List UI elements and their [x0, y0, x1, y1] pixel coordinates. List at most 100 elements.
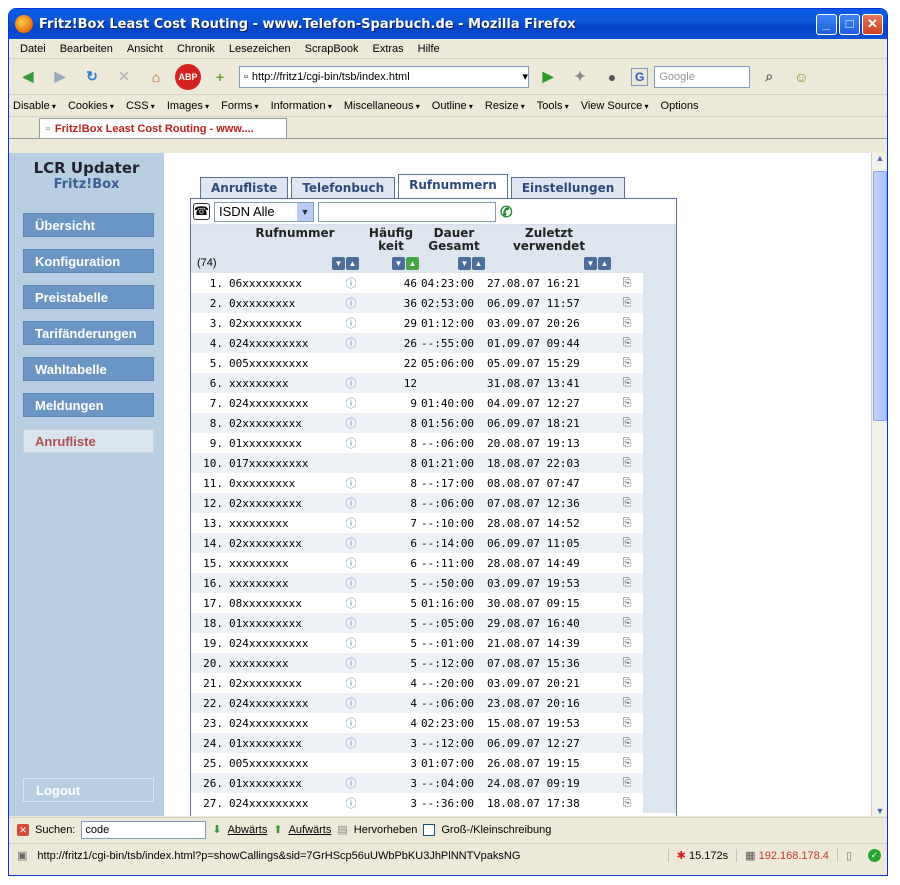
sidebar-item-anrufliste[interactable]: Anrufliste — [23, 429, 154, 453]
user-icon[interactable]: ● — [599, 64, 625, 90]
info-icon[interactable]: ⓘ — [341, 293, 361, 313]
new-tab-icon[interactable]: + — [207, 64, 233, 90]
info-icon[interactable]: ⓘ — [341, 793, 361, 813]
dev-resize[interactable]: Resize — [485, 100, 525, 112]
info-icon[interactable]: ⓘ — [341, 713, 361, 733]
sort-duration-asc-icon[interactable]: ▲ — [472, 256, 485, 270]
info-icon[interactable]: ⓘ — [341, 693, 361, 713]
menu-chronik[interactable]: Chronik — [170, 43, 222, 55]
forward-icon[interactable]: ▶ — [47, 64, 73, 90]
close-find-icon[interactable]: ✕ — [17, 823, 29, 836]
edit-entry-icon[interactable]: ⎘ — [611, 293, 643, 313]
edit-entry-icon[interactable]: ⎘ — [611, 393, 643, 413]
menu-scrapbook[interactable]: ScrapBook — [298, 43, 366, 55]
edit-entry-icon[interactable]: ⎘ — [611, 573, 643, 593]
info-icon[interactable]: ⓘ — [341, 393, 361, 413]
logout-button[interactable]: Logout — [23, 778, 154, 802]
number-filter-input[interactable] — [318, 201, 496, 222]
dev-information[interactable]: Information — [271, 100, 332, 112]
dev-cookies[interactable]: Cookies — [68, 100, 114, 112]
vertical-scrollbar[interactable]: ▲ ▼ — [871, 153, 887, 816]
menu-hilfe[interactable]: Hilfe — [411, 43, 447, 55]
edit-entry-icon[interactable]: ⎘ — [611, 413, 643, 433]
search-input[interactable]: Google — [654, 65, 751, 88]
sort-number-desc-icon[interactable]: ▼ — [332, 256, 345, 270]
info-icon[interactable]: ⓘ — [341, 513, 361, 533]
sidebar-item-konfiguration[interactable]: Konfiguration — [23, 249, 154, 273]
line-select[interactable]: ISDN Alle ▼ — [214, 201, 314, 222]
sort-duration-desc-icon[interactable]: ▼ — [458, 256, 471, 270]
edit-entry-icon[interactable]: ⎘ — [611, 633, 643, 653]
menu-ansicht[interactable]: Ansicht — [120, 43, 170, 55]
dev-outline[interactable]: Outline — [432, 100, 473, 112]
sort-freq-desc-icon[interactable]: ▼ — [392, 256, 405, 270]
info-icon[interactable] — [341, 353, 361, 373]
edit-entry-icon[interactable]: ⎘ — [611, 793, 643, 813]
sidebar-item-meldungen[interactable]: Meldungen — [23, 393, 154, 417]
edit-entry-icon[interactable]: ⎘ — [611, 613, 643, 633]
url-dropdown-icon[interactable]: ▾ — [522, 70, 528, 83]
info-icon[interactable] — [341, 753, 361, 773]
edit-entry-icon[interactable]: ⎘ — [611, 773, 643, 793]
info-icon[interactable]: ⓘ — [341, 473, 361, 493]
edit-entry-icon[interactable]: ⎘ — [611, 653, 643, 673]
home-icon[interactable]: ⌂ — [143, 64, 169, 90]
sidebar-item-wahltabelle[interactable]: Wahltabelle — [23, 357, 154, 381]
info-icon[interactable]: ⓘ — [341, 493, 361, 513]
find-next-button[interactable]: Abwärts — [228, 824, 268, 836]
edit-entry-icon[interactable]: ⎘ — [611, 713, 643, 733]
dev-view-source[interactable]: View Source — [581, 100, 649, 112]
dev-miscellaneous[interactable]: Miscellaneous — [344, 100, 420, 112]
dev-tools[interactable]: Tools — [537, 100, 569, 112]
menu-extras[interactable]: Extras — [365, 43, 410, 55]
extension-icon[interactable]: ✦ — [567, 64, 593, 90]
edit-entry-icon[interactable]: ⎘ — [611, 273, 643, 293]
edit-entry-icon[interactable]: ⎘ — [611, 513, 643, 533]
tab-rufnummern[interactable]: Rufnummern — [398, 174, 508, 198]
info-icon[interactable]: ⓘ — [341, 553, 361, 573]
edit-entry-icon[interactable]: ⎘ — [611, 493, 643, 513]
menu-datei[interactable]: Datei — [13, 43, 53, 55]
dev-disable[interactable]: Disable — [13, 100, 56, 112]
scroll-thumb[interactable] — [873, 171, 887, 421]
edit-entry-icon[interactable]: ⎘ — [611, 313, 643, 333]
edit-entry-icon[interactable]: ⎘ — [611, 673, 643, 693]
sort-date-asc-icon[interactable]: ▲ — [598, 256, 611, 270]
find-prev-button[interactable]: Aufwärts — [289, 824, 332, 836]
greasemonkey-icon[interactable]: ☺ — [788, 64, 814, 90]
sort-date-desc-icon[interactable]: ▼ — [584, 256, 597, 270]
edit-entry-icon[interactable]: ⎘ — [611, 373, 643, 393]
edit-entry-icon[interactable]: ⎘ — [611, 353, 643, 373]
info-icon[interactable]: ⓘ — [341, 573, 361, 593]
edit-entry-icon[interactable]: ⎘ — [611, 753, 643, 773]
back-icon[interactable]: ◀ — [15, 64, 41, 90]
dial-icon[interactable]: ✆ — [500, 203, 513, 221]
info-icon[interactable]: ⓘ — [341, 633, 361, 653]
search-icon[interactable]: ⌕ — [756, 64, 782, 90]
info-icon[interactable]: ⓘ — [341, 773, 361, 793]
case-checkbox[interactable] — [423, 823, 436, 836]
adblock-icon[interactable]: ABP — [175, 63, 201, 90]
highlight-button[interactable]: Hervorheben — [354, 824, 418, 836]
find-input[interactable] — [81, 820, 207, 839]
info-icon[interactable]: ⓘ — [341, 533, 361, 553]
info-icon[interactable]: ⓘ — [341, 433, 361, 453]
close-button[interactable]: ✕ — [862, 13, 883, 35]
edit-entry-icon[interactable]: ⎘ — [611, 593, 643, 613]
info-icon[interactable]: ⓘ — [341, 333, 361, 353]
info-icon[interactable]: ⓘ — [341, 653, 361, 673]
info-icon[interactable]: ⓘ — [341, 673, 361, 693]
tab-anrufliste[interactable]: Anrufliste — [200, 177, 289, 198]
menu-bearbeiten[interactable]: Bearbeiten — [53, 43, 120, 55]
sidebar-item-uebersicht[interactable]: Übersicht — [23, 213, 154, 237]
info-icon[interactable]: ⓘ — [341, 373, 361, 393]
edit-entry-icon[interactable]: ⎘ — [611, 433, 643, 453]
dev-forms[interactable]: Forms — [221, 100, 258, 112]
sort-number-asc-icon[interactable]: ▲ — [346, 256, 359, 270]
scroll-up-icon[interactable]: ▲ — [872, 153, 887, 163]
info-icon[interactable] — [341, 453, 361, 473]
tab-telefonbuch[interactable]: Telefonbuch — [291, 177, 396, 198]
url-bar[interactable]: ▫ http://fritz1/cgi-bin/tsb/index.html ▾ — [239, 65, 529, 88]
info-icon[interactable]: ⓘ — [341, 313, 361, 333]
scroll-down-icon[interactable]: ▼ — [872, 806, 887, 816]
